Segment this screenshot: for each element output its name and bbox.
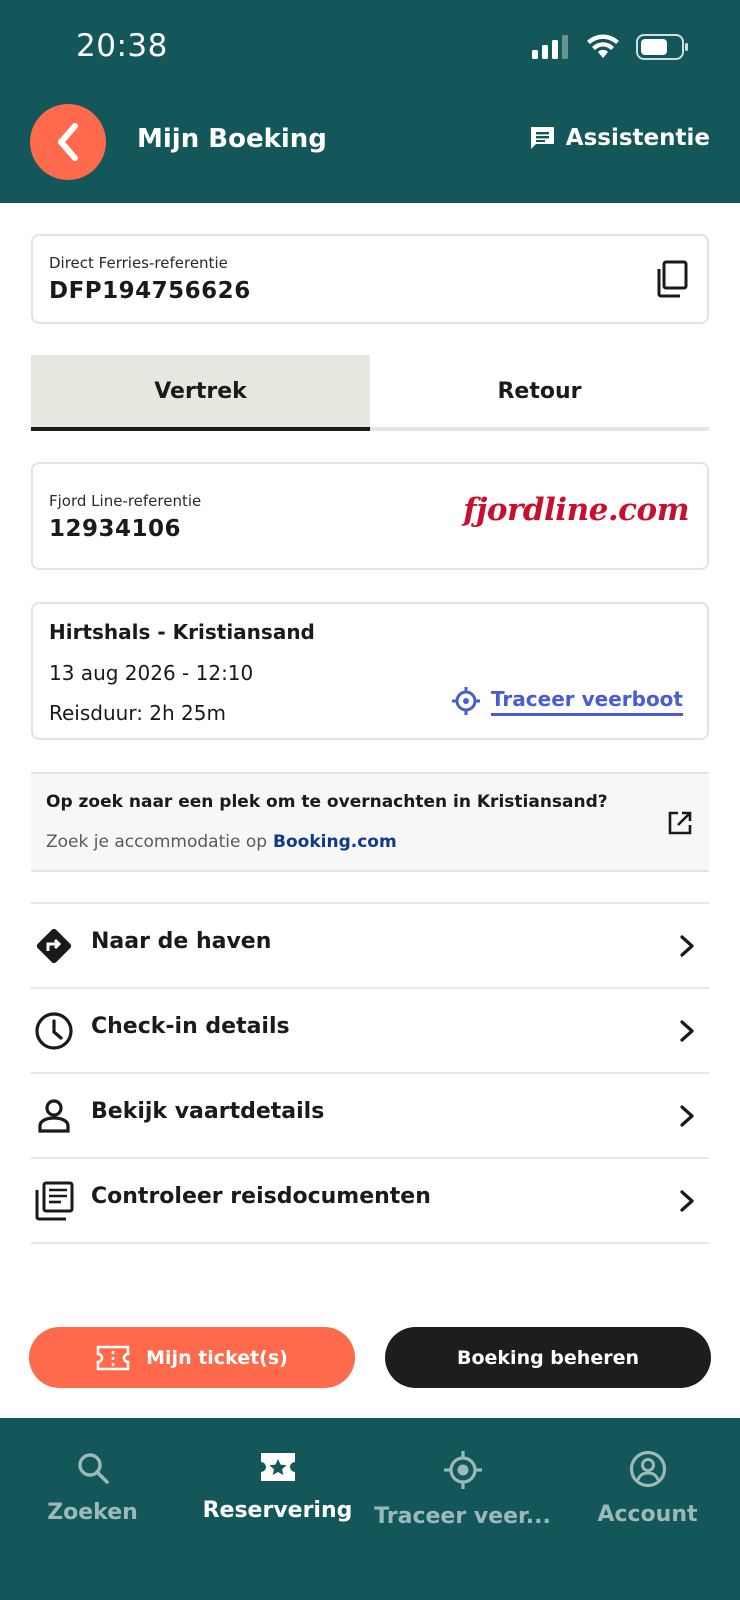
bottom-navigation: Zoeken Reservering Traceer veer... Accou…: [0, 1418, 740, 1600]
person-icon: [38, 1098, 70, 1133]
crosshair-icon: [451, 687, 480, 715]
chevron-right-icon: [680, 1190, 694, 1212]
direction-tabs: Vertrek Retour: [31, 355, 709, 431]
external-link-button[interactable]: [667, 810, 693, 840]
menu-label-travel-documents: Controleer reisdocumenten: [91, 1184, 431, 1209]
copy-icon: [657, 260, 688, 298]
wifi-icon: [587, 34, 619, 58]
nav-reservation[interactable]: Reservering: [185, 1418, 370, 1600]
reference-label: Direct Ferries-referentie: [49, 254, 228, 272]
nav-reservation-label: Reservering: [202, 1498, 353, 1523]
manage-booking-button[interactable]: Boeking beheren: [385, 1327, 711, 1388]
chat-icon: [530, 127, 554, 149]
ticket-icon: [96, 1345, 130, 1370]
reference-value: DFP194756626: [49, 278, 251, 304]
menu-label-to-port: Naar de haven: [91, 929, 272, 954]
directions-icon: [36, 928, 72, 963]
battery-icon: [636, 34, 688, 60]
nav-track-ferry-label: Traceer veer...: [374, 1504, 551, 1529]
booking-menu: Naar de haven Check-in details Bekijk va…: [31, 902, 709, 1244]
operator-reference-value: 12934106: [49, 516, 182, 542]
page-title: Mijn Boeking: [137, 124, 327, 154]
assistance-label: Assistentie: [565, 125, 710, 151]
menu-item-travel-documents[interactable]: Controleer reisdocumenten: [31, 1159, 709, 1244]
locate-icon: [443, 1451, 482, 1489]
my-tickets-label: Mijn ticket(s): [146, 1346, 288, 1369]
accommodation-promo[interactable]: Op zoek naar een plek om te overnachten …: [31, 772, 709, 872]
nav-account[interactable]: Account: [555, 1418, 740, 1600]
nav-account-label: Account: [597, 1502, 698, 1527]
track-ferry-label: Traceer veerboot: [490, 687, 683, 716]
tab-return[interactable]: Retour: [370, 355, 709, 427]
track-ferry-link[interactable]: Traceer veerboot: [451, 686, 683, 716]
menu-item-to-port[interactable]: Naar de haven: [31, 904, 709, 989]
booking-link[interactable]: Booking.com: [273, 832, 397, 852]
chevron-right-icon: [680, 1105, 694, 1127]
ticket-star-icon: [260, 1453, 295, 1481]
booking-reference-card: Direct Ferries-referentie DFP194756626: [31, 234, 709, 324]
operator-logo: fjordline.com: [463, 492, 689, 528]
back-button[interactable]: [30, 104, 106, 180]
account-icon: [629, 1450, 666, 1488]
nav-track-ferry[interactable]: Traceer veer...: [370, 1418, 555, 1600]
copy-button[interactable]: [655, 260, 689, 302]
operator-reference-card: Fjord Line-referentie 12934106 fjordline…: [31, 462, 709, 570]
status-icons: [532, 34, 690, 60]
assistance-button[interactable]: Assistentie: [528, 124, 710, 152]
my-tickets-button[interactable]: Mijn ticket(s): [29, 1327, 355, 1388]
external-link-icon: [668, 811, 692, 835]
chevron-right-icon: [680, 935, 694, 957]
menu-item-checkin[interactable]: Check-in details: [31, 989, 709, 1074]
promo-subtitle: Zoek je accommodatie op Booking.com: [46, 832, 397, 852]
nav-search[interactable]: Zoeken: [0, 1418, 185, 1600]
route-title: Hirtshals - Kristiansand: [49, 620, 315, 644]
operator-reference-label: Fjord Line-referentie: [49, 492, 202, 510]
search-icon: [77, 1453, 109, 1484]
documents-icon: [35, 1181, 74, 1220]
route-card: Hirtshals - Kristiansand 13 aug 2026 - 1…: [31, 602, 709, 740]
chevron-left-icon: [58, 123, 78, 161]
status-time: 20:38: [76, 28, 168, 64]
menu-item-voyage-details[interactable]: Bekijk vaartdetails: [31, 1074, 709, 1159]
promo-title: Op zoek naar een plek om te overnachten …: [46, 792, 608, 812]
signal-icon: [532, 35, 568, 59]
promo-subtitle-text: Zoek je accommodatie op: [46, 832, 268, 852]
chevron-right-icon: [680, 1020, 694, 1042]
nav-search-label: Zoeken: [47, 1500, 138, 1525]
route-duration: Reisduur: 2h 25m: [49, 701, 226, 725]
tab-departure[interactable]: Vertrek: [31, 355, 370, 431]
route-datetime: 13 aug 2026 - 12:10: [49, 661, 254, 685]
clock-icon: [35, 1011, 73, 1050]
menu-label-checkin: Check-in details: [91, 1014, 290, 1039]
app-header: 20:38 Mijn Boeking Assistentie: [0, 0, 740, 203]
menu-label-voyage-details: Bekijk vaartdetails: [91, 1099, 325, 1124]
